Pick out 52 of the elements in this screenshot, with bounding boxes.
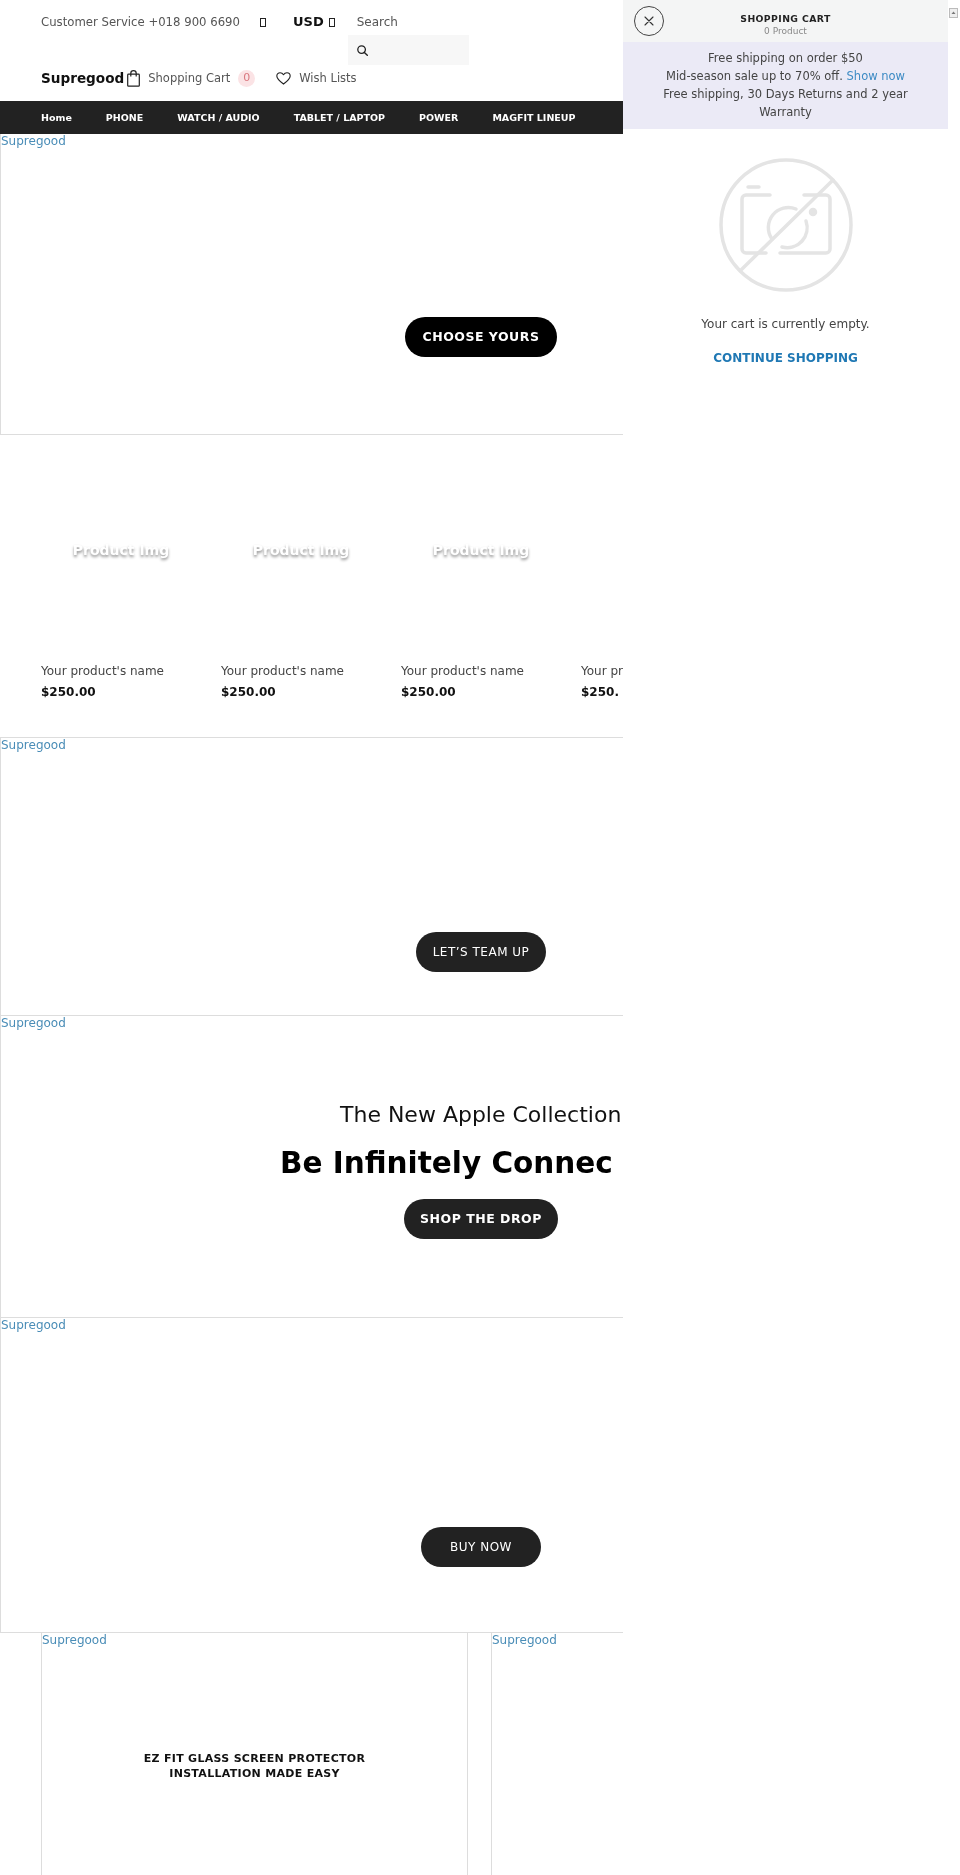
- nav-link[interactable]: WATCH / AUDIO: [177, 111, 260, 124]
- image-alt-link[interactable]: Supregood: [42, 1633, 107, 1647]
- shopping-bag-icon: [127, 69, 141, 87]
- banner-button[interactable]: LET’S TEAM UP: [415, 932, 547, 972]
- product-price: $250.00: [41, 684, 96, 701]
- missing-glyph-icon: [328, 18, 335, 27]
- nav-link[interactable]: TABLET / LAPTOP: [293, 111, 386, 124]
- continue-shopping-link[interactable]: CONTINUE SHOPPING: [713, 349, 858, 367]
- promo-title: EZ FIT GLASS SCREEN PROTECTOR INSTALLATION MADE EASY: [142, 1751, 367, 1781]
- notice-text: Free shipping, 30 Days Returns and 2 year Warranty: [662, 86, 909, 121]
- search-icon: [356, 44, 368, 56]
- image-alt-link[interactable]: Supregood: [1, 134, 66, 148]
- wish-lists-link[interactable]: Wish Lists: [299, 69, 357, 87]
- product-name-link[interactable]: Your pr: [581, 662, 623, 680]
- product-price: $250.00: [401, 684, 456, 701]
- nav-link[interactable]: Home: [41, 111, 72, 124]
- notice-text: Free shipping on order $50: [708, 50, 863, 67]
- banner-button[interactable]: CHOOSE YOURS: [404, 317, 558, 357]
- currency-selector[interactable]: USD: [293, 13, 324, 31]
- no-photo-icon: [717, 157, 854, 293]
- product-image-label: Product Img: [432, 539, 530, 561]
- shopping-cart-link[interactable]: Shopping Cart: [148, 69, 231, 87]
- customer-service-text: Customer Service +018 900 6690: [41, 14, 240, 31]
- product-price: $250.: [581, 684, 619, 701]
- close-icon: [644, 16, 654, 26]
- drawer-title: SHOPPING CART: [740, 11, 831, 25]
- search-field[interactable]: [347, 35, 469, 65]
- empty-cart-message: Your cart is currently empty.: [701, 316, 870, 333]
- image-alt-link[interactable]: Supregood: [1, 1016, 66, 1030]
- product-price: $250.00: [221, 684, 276, 701]
- store-logo[interactable]: Supregood: [41, 67, 125, 89]
- cart-count-badge: 0: [238, 69, 256, 87]
- banner-subtitle: The New Apple Collection: [340, 1101, 622, 1129]
- product-image-label: Product Img: [252, 539, 350, 561]
- product-name-link[interactable]: Your product's name: [41, 662, 164, 680]
- heart-icon: [276, 71, 292, 85]
- banner-button[interactable]: BUY NOW: [421, 1527, 541, 1567]
- product-name-link[interactable]: Your product's name: [221, 662, 344, 680]
- nav-link[interactable]: MAGFIT LINEUP: [492, 111, 576, 124]
- image-alt-link[interactable]: Supregood: [1, 738, 66, 752]
- product-count: 0 Product: [764, 24, 807, 37]
- banner-headline: Be Infinitely Connec: [280, 1145, 613, 1182]
- image-alt-link[interactable]: Supregood: [1, 1318, 66, 1332]
- nav-link[interactable]: PHONE: [105, 111, 144, 124]
- image-alt-link[interactable]: Supregood: [492, 1633, 557, 1647]
- shop-button[interactable]: SHOP THE DROP: [404, 1199, 558, 1239]
- nav-link[interactable]: POWER: [419, 111, 459, 124]
- missing-glyph-icon: [260, 18, 266, 27]
- product-image-label: Product Img: [72, 539, 170, 561]
- search-label: Search: [356, 14, 398, 31]
- product-name-link[interactable]: Your product's name: [401, 662, 524, 680]
- notice-text: Mid-season sale up to 70% off. Show now: [666, 68, 905, 85]
